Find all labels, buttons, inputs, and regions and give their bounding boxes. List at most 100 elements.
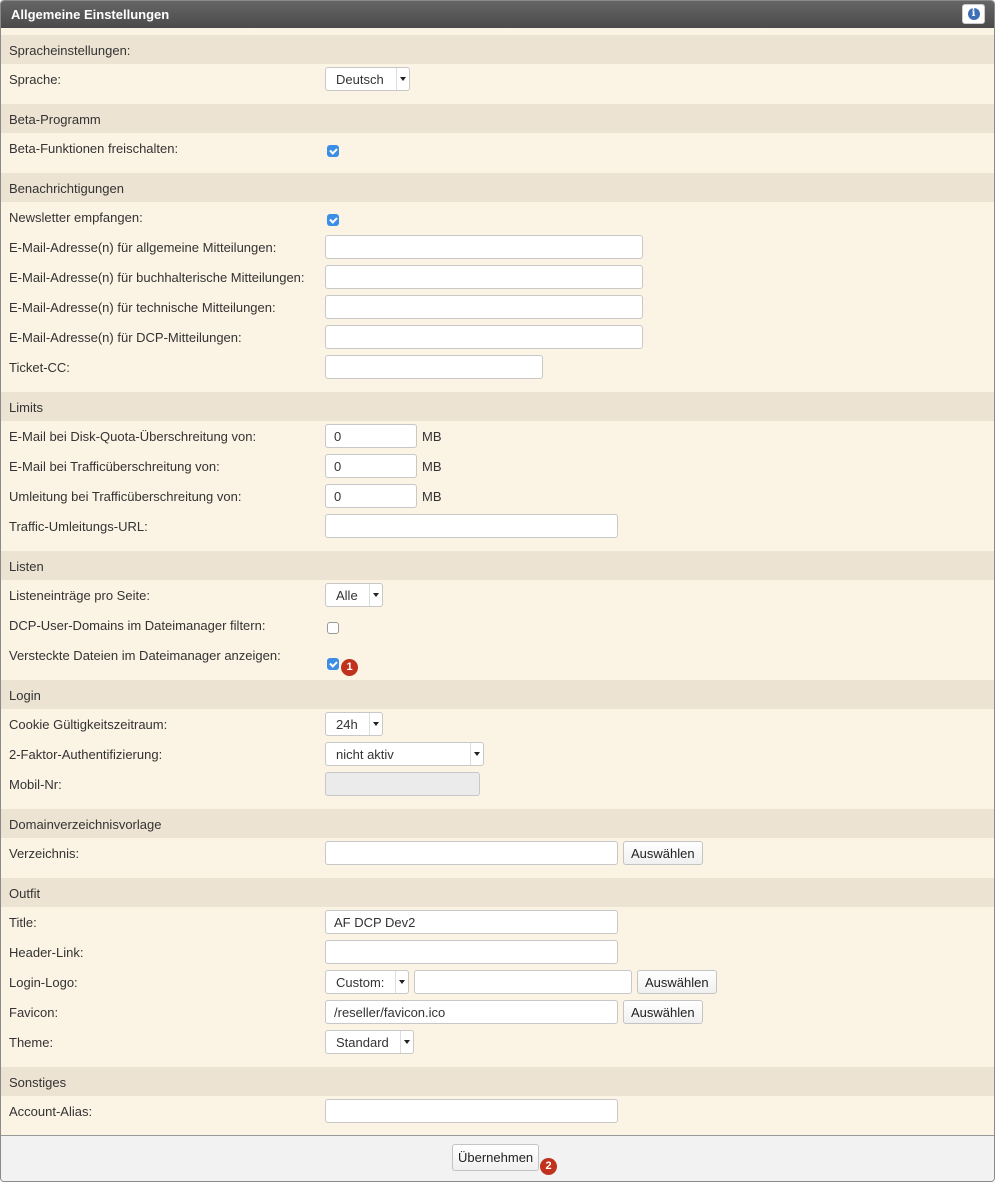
language-label: Sprache:	[9, 72, 62, 87]
redirect-unit: MB	[422, 488, 442, 504]
row-ticket-cc: Ticket-CC:	[1, 352, 994, 382]
chevron-down-icon	[400, 1031, 413, 1053]
row-beta: Beta-Funktionen freischalten:	[1, 133, 994, 163]
redirect-field[interactable]	[325, 484, 417, 508]
filter-domains-checkbox[interactable]	[327, 622, 339, 634]
language-select-value: Deutsch	[336, 71, 384, 87]
theme-select[interactable]: Standard	[325, 1030, 414, 1054]
row-redirect-url: Traffic-Umleitungs-URL:	[1, 511, 994, 541]
per-page-select-value: Alle	[336, 587, 358, 603]
newsletter-checkbox[interactable]	[327, 214, 339, 226]
row-email-general: E-Mail-Adresse(n) für allgemeine Mitteil…	[1, 232, 994, 262]
email-general-label: E-Mail-Adresse(n) für allgemeine Mitteil…	[9, 240, 277, 255]
redirect-url-label: Traffic-Umleitungs-URL:	[9, 519, 148, 534]
theme-label: Theme:	[9, 1035, 54, 1050]
row-2fa: 2-Faktor-Authentifizierung: nicht aktiv	[1, 739, 994, 769]
per-page-select[interactable]: Alle	[325, 583, 383, 607]
section-header-notifications: Benachrichtigungen	[1, 173, 994, 202]
hidden-files-checkbox[interactable]	[327, 658, 339, 670]
row-redirect: Umleitung bei Trafficüberschreitung von:…	[1, 481, 994, 511]
directory-label: Verzeichnis:	[9, 846, 80, 861]
row-mobile: Mobil-Nr:	[1, 769, 994, 799]
traffic-unit: MB	[422, 458, 442, 474]
row-login-logo: Login-Logo: Custom: Auswählen	[1, 967, 994, 997]
cookie-label: Cookie Gültigkeitszeitraum:	[9, 717, 168, 732]
email-accounting-label: E-Mail-Adresse(n) für buchhalterische Mi…	[9, 270, 305, 285]
disk-quota-unit: MB	[422, 428, 442, 444]
chevron-down-icon	[396, 68, 409, 90]
row-newsletter: Newsletter empfangen:	[1, 202, 994, 232]
panel-title: Allgemeine Einstellungen	[11, 7, 170, 22]
section-header-misc: Sonstiges	[1, 1067, 994, 1096]
login-logo-choose-button[interactable]: Auswählen	[637, 970, 717, 994]
section-header-login: Login	[1, 680, 994, 709]
info-button[interactable]: i	[962, 4, 985, 24]
twofa-select[interactable]: nicht aktiv	[325, 742, 484, 766]
directory-choose-button[interactable]: Auswählen	[623, 841, 703, 865]
row-per-page: Listeneinträge pro Seite: Alle	[1, 580, 994, 610]
newsletter-label: Newsletter empfangen:	[9, 210, 143, 225]
language-select[interactable]: Deutsch	[325, 67, 410, 91]
header-link-label: Header-Link:	[9, 945, 84, 960]
row-hidden-files: Versteckte Dateien im Dateimanager anzei…	[1, 640, 994, 676]
cookie-select-value: 24h	[336, 716, 358, 732]
row-account-alias: Account-Alias:	[1, 1096, 994, 1126]
section-header-beta: Beta-Programm	[1, 104, 994, 133]
callout-badge-1: 1	[341, 659, 358, 676]
row-filter-domains: DCP-User-Domains im Dateimanager filtern…	[1, 610, 994, 640]
redirect-url-field[interactable]	[325, 514, 618, 538]
login-logo-label: Login-Logo:	[9, 975, 78, 990]
section-header-language: Spracheinstellungen:	[1, 35, 994, 64]
email-general-field[interactable]	[325, 235, 643, 259]
email-dcp-field[interactable]	[325, 325, 643, 349]
chevron-down-icon	[369, 584, 382, 606]
twofa-select-value: nicht aktiv	[336, 746, 394, 762]
apply-button[interactable]: Übernehmen	[452, 1144, 540, 1171]
chevron-down-icon	[369, 713, 382, 735]
hidden-files-label: Versteckte Dateien im Dateimanager anzei…	[9, 648, 281, 663]
row-title: Title:	[1, 907, 994, 937]
disk-quota-label: E-Mail bei Disk-Quota-Überschreitung von…	[9, 429, 257, 444]
row-header-link: Header-Link:	[1, 937, 994, 967]
filter-domains-label: DCP-User-Domains im Dateimanager filtern…	[9, 618, 266, 633]
per-page-label: Listeneinträge pro Seite:	[9, 588, 150, 603]
ticket-cc-field[interactable]	[325, 355, 543, 379]
row-cookie: Cookie Gültigkeitszeitraum: 24h	[1, 709, 994, 739]
title-field[interactable]	[325, 910, 618, 934]
row-email-dcp: E-Mail-Adresse(n) für DCP-Mitteilungen:	[1, 322, 994, 352]
login-logo-field[interactable]	[414, 970, 632, 994]
section-header-lists: Listen	[1, 551, 994, 580]
beta-label: Beta-Funktionen freischalten:	[9, 141, 179, 156]
row-disk-quota: E-Mail bei Disk-Quota-Überschreitung von…	[1, 421, 994, 451]
panel-titlebar: Allgemeine Einstellungen i	[1, 1, 994, 28]
account-alias-label: Account-Alias:	[9, 1104, 93, 1119]
cookie-select[interactable]: 24h	[325, 712, 383, 736]
chevron-down-icon	[395, 971, 408, 993]
email-tech-label: E-Mail-Adresse(n) für technische Mitteil…	[9, 300, 276, 315]
section-header-limits: Limits	[1, 392, 994, 421]
email-tech-field[interactable]	[325, 295, 643, 319]
directory-field[interactable]	[325, 841, 618, 865]
row-email-accounting: E-Mail-Adresse(n) für buchhalterische Mi…	[1, 262, 994, 292]
callout-badge-2: 2	[540, 1158, 557, 1175]
settings-panel: Allgemeine Einstellungen i Spracheinstel…	[0, 0, 995, 1182]
disk-quota-field[interactable]	[325, 424, 417, 448]
beta-checkbox[interactable]	[327, 145, 339, 157]
login-logo-select[interactable]: Custom:	[325, 970, 409, 994]
row-language: Sprache: Deutsch	[1, 64, 994, 94]
row-email-tech: E-Mail-Adresse(n) für technische Mitteil…	[1, 292, 994, 322]
panel-footer: Übernehmen 2	[1, 1135, 994, 1181]
row-favicon: Favicon: Auswählen	[1, 997, 994, 1027]
favicon-field[interactable]	[325, 1000, 618, 1024]
header-link-field[interactable]	[325, 940, 618, 964]
redirect-label: Umleitung bei Trafficüberschreitung von:	[9, 489, 242, 504]
row-traffic: E-Mail bei Trafficüberschreitung von: MB	[1, 451, 994, 481]
section-header-domain-template: Domainverzeichnisvorlage	[1, 809, 994, 838]
title-label: Title:	[9, 915, 37, 930]
email-accounting-field[interactable]	[325, 265, 643, 289]
traffic-field[interactable]	[325, 454, 417, 478]
favicon-choose-button[interactable]: Auswählen	[623, 1000, 703, 1024]
traffic-label: E-Mail bei Trafficüberschreitung von:	[9, 459, 220, 474]
account-alias-field[interactable]	[325, 1099, 618, 1123]
chevron-down-icon	[470, 743, 483, 765]
